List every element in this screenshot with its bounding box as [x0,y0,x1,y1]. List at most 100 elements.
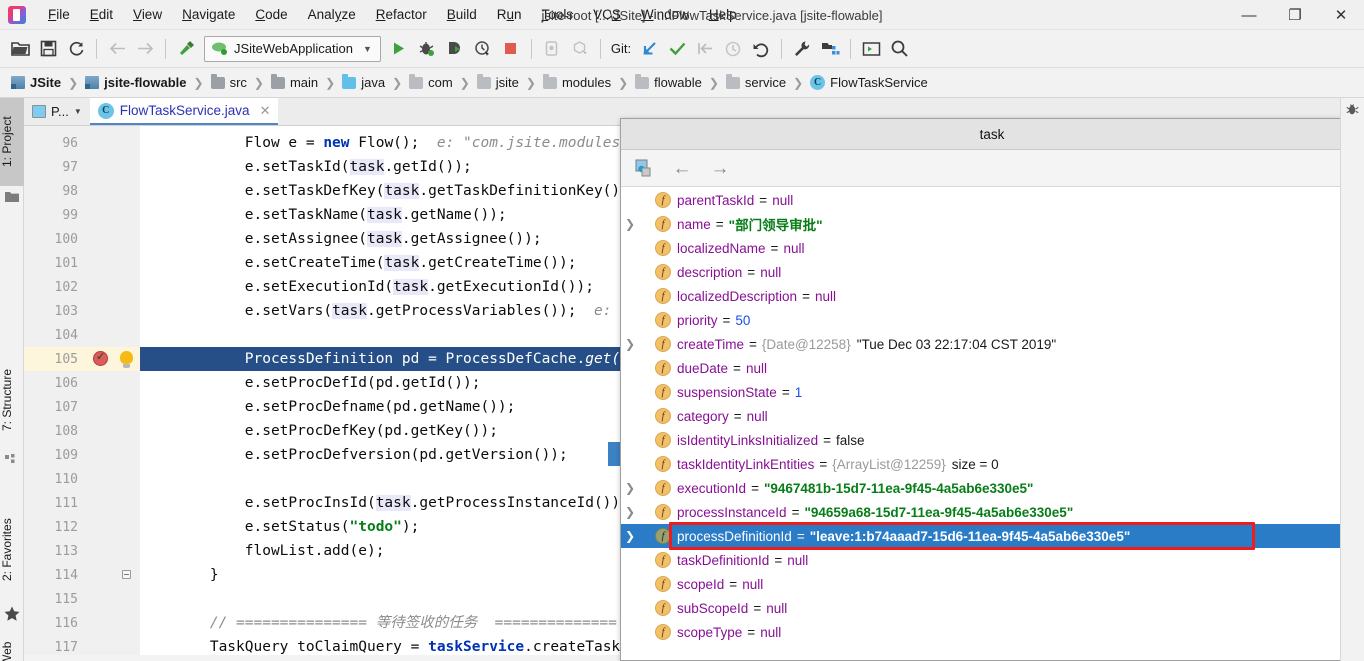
variable-row[interactable]: f taskIdentityLinkEntities = {ArrayList@122… [621,452,1363,476]
menu-item-refactor[interactable]: Refactor [366,3,437,26]
gutter-line[interactable]: 107 [24,395,140,419]
breadcrumb-item-flowable[interactable]: flowable [632,73,705,92]
run-play-icon[interactable] [385,35,413,63]
sidebar-item-favorites[interactable]: 2: Favorites [0,498,24,602]
menu-item-edit[interactable]: Edit [80,3,123,26]
code-line[interactable]: e.setProcDefversion(pd.getVersion()); [140,443,620,467]
variable-row[interactable]: f suspensionState = 1 [621,380,1363,404]
variable-row[interactable]: f parentTaskId = null [621,188,1363,212]
chevron-right-icon[interactable]: ❯ [621,505,639,519]
code-line[interactable]: e.setProcDefId(pd.getId()); [140,371,620,395]
breadcrumb-item-java[interactable]: java [339,73,388,92]
editor-scroll-thumb[interactable] [608,442,620,466]
terminal-icon[interactable] [857,35,885,63]
arrow-right-icon[interactable]: → [707,155,733,181]
breadcrumb-item-com[interactable]: com [406,73,456,92]
variable-row[interactable]: f scopeId = null [621,572,1363,596]
menu-item-analyze[interactable]: Analyze [298,3,366,26]
sdk-icon[interactable] [566,35,594,63]
arrow-left-icon[interactable] [103,35,131,63]
variable-row[interactable]: f description = null [621,260,1363,284]
menu-item-build[interactable]: Build [437,3,487,26]
inspect-value-icon[interactable] [631,155,657,181]
gutter-line[interactable]: 108 [24,419,140,443]
code-fold-icon[interactable] [122,570,131,579]
gutter-line[interactable]: 111 [24,491,140,515]
menu-item-code[interactable]: Code [245,3,297,26]
code-line[interactable]: e.setExecutionId(task.getExecutionId()); [140,275,620,299]
sidebar-item-web[interactable]: Web [0,628,24,661]
code-line[interactable]: e.setTaskDefKey(task.getTaskDefinitionKe… [140,179,620,203]
chevron-right-icon[interactable]: ❯ [621,217,639,231]
breadcrumb-item-jsite[interactable]: JSite [8,73,64,92]
gutter-line[interactable]: 103 [24,299,140,323]
debug-bug-icon[interactable] [1345,102,1360,120]
breadcrumb-item-jsite-flowable[interactable]: jsite-flowable [82,73,189,92]
gutter-line[interactable]: 113 [24,539,140,563]
gutter-line[interactable]: 96 [24,131,140,155]
refresh-icon[interactable] [62,35,90,63]
gutter-line[interactable]: 104 [24,323,140,347]
menu-item-window[interactable]: Window [631,3,699,26]
code-line[interactable]: e.setProcDefKey(pd.getKey()); [140,419,620,443]
arrow-right-icon[interactable] [131,35,159,63]
code-editor[interactable]: 96 97 98 99 100 101 102 103 104 105 106 107 108 109 11… [24,126,620,661]
sidebar-item-project[interactable]: 1: Project [0,98,24,186]
code-line[interactable] [140,467,620,491]
menu-item-vcs[interactable]: VCS [583,3,631,26]
code-line[interactable]: Flow e = new Flow(); e: "com.jsite.modul… [140,131,620,155]
code-text-area[interactable]: Flow e = new Flow(); e: "com.jsite.modul… [140,126,620,661]
menu-item-tools[interactable]: Tools [532,3,584,26]
variable-row[interactable]: f localizedName = null [621,236,1363,260]
breakpoint-icon[interactable] [93,350,108,366]
maximize-button[interactable]: ❐ [1272,0,1318,30]
project-tool-tab[interactable]: P... ▼ [24,98,90,125]
code-line[interactable]: flowList.add(e); [140,539,620,563]
code-line[interactable]: } [140,563,620,587]
open-folder-icon[interactable] [6,35,34,63]
debug-bug-icon[interactable] [413,35,441,63]
menu-item-view[interactable]: View [123,3,172,26]
tab-flowtaskservice-java[interactable]: C FlowTaskService.java ✕ [89,98,279,125]
run-with-coverage-icon[interactable] [441,35,469,63]
variable-row[interactable]: f localizedDescription = null [621,284,1363,308]
code-line[interactable] [140,587,620,611]
menu-bar[interactable]: File Edit View Navigate Code Analyze Refactor B… [38,3,747,26]
profile-icon[interactable] [469,35,497,63]
intention-bulb-icon[interactable] [120,351,133,368]
breadcrumb-item-flowtaskservice[interactable]: C FlowTaskService [807,73,931,92]
variable-row[interactable]: ❯ f name = "部门领导审批" [621,212,1363,236]
hammer-icon[interactable] [172,35,200,63]
variable-row[interactable]: f taskDefinitionId = null [621,548,1363,572]
chevron-right-icon[interactable]: ❯ [621,481,639,495]
code-line[interactable]: e.setCreateTime(task.getCreateTime()); [140,251,620,275]
variable-row[interactable]: ❯ f executionId = "9467481b-15d7-11ea-9f45-4… [621,476,1363,500]
code-line[interactable]: e.setAssignee(task.getAssignee()); [140,227,620,251]
menu-item-file[interactable]: File [38,3,80,26]
code-line[interactable]: // =============== 等待签收的任务 =============… [140,611,620,635]
gutter-line[interactable]: 109 [24,443,140,467]
breadcrumb[interactable]: JSite ❯ jsite-flowable ❯ src ❯ main ❯ java ❯ com ❯ j… [0,68,1364,98]
gutter-line[interactable]: 116 [24,611,140,635]
device-icon[interactable] [538,35,566,63]
breadcrumb-item-src[interactable]: src [208,73,250,92]
variable-row[interactable]: f scopeType = null [621,620,1363,644]
editor-gutter[interactable]: 96 97 98 99 100 101 102 103 104 105 106 107 108 109 11… [24,126,140,661]
variable-row[interactable]: f dueDate = null [621,356,1363,380]
close-button[interactable]: ✕ [1318,0,1364,30]
git-history-clock-icon[interactable] [719,35,747,63]
breadcrumb-item-service[interactable]: service [723,73,789,92]
gutter-line[interactable]: 110 [24,467,140,491]
gutter-line[interactable]: 106 [24,371,140,395]
code-line[interactable]: e.setTaskName(task.getName()); [140,203,620,227]
save-icon[interactable] [34,35,62,63]
git-rollback-icon[interactable] [747,35,775,63]
variable-row[interactable]: f category = null [621,404,1363,428]
gutter-line[interactable]: 97 [24,155,140,179]
code-line[interactable]: e.setStatus("todo"); [140,515,620,539]
minimize-button[interactable]: — [1226,0,1272,30]
variable-row[interactable]: ❯ f processDefinitionId = "leave:1:b74aaad7-… [621,524,1363,548]
arrow-left-icon[interactable]: ← [669,155,695,181]
run-configuration-selector[interactable]: JSiteWebApplication ▼ [204,35,381,62]
menu-item-run[interactable]: Run [487,3,532,26]
